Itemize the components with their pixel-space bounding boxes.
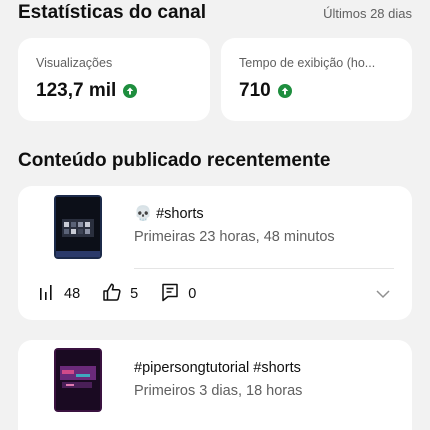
- bar-chart-icon: [38, 283, 56, 306]
- likes-metric: 5: [102, 282, 138, 307]
- comment-icon: [160, 282, 180, 307]
- views-count: 48: [64, 286, 81, 302]
- video-title-text: #shorts: [156, 205, 204, 222]
- arrow-up-icon: [277, 84, 292, 98]
- arrow-up-icon: [123, 84, 138, 98]
- recent-content-title: Conteúdo publicado recentemente: [18, 150, 331, 171]
- thumbs-up-icon: [102, 282, 122, 307]
- video-title: #pipersongtutorial #shorts: [134, 360, 301, 376]
- skull-emoji: 💀: [134, 206, 153, 222]
- divider: [134, 268, 394, 269]
- video-thumbnail[interactable]: [54, 348, 102, 412]
- chevron-down-icon[interactable]: [374, 285, 392, 303]
- video-thumbnail[interactable]: [54, 195, 102, 259]
- section-title: Estatísticas do canal: [18, 2, 206, 23]
- stat-value: 710: [239, 80, 271, 101]
- video-card[interactable]: 💀 #shorts Primeiras 23 horas, 48 minutos…: [18, 186, 412, 320]
- likes-count: 5: [130, 286, 139, 302]
- stat-label: Tempo de exibição (ho...: [239, 56, 376, 70]
- views-metric: 48: [38, 283, 80, 306]
- stat-label: Visualizações: [36, 56, 113, 70]
- watch-time-stat-card[interactable]: Tempo de exibição (ho... 710: [221, 38, 412, 121]
- video-meta: Primeiras 23 horas, 48 minutos: [134, 229, 335, 245]
- video-meta: Primeiros 3 dias, 18 horas: [134, 383, 303, 399]
- stat-value: 123,7 mil: [36, 80, 117, 101]
- views-stat-card[interactable]: Visualizações 123,7 mil: [18, 38, 210, 121]
- comments-metric: 0: [160, 282, 196, 307]
- comments-count: 0: [188, 286, 197, 302]
- period-label[interactable]: Últimos 28 dias: [323, 6, 412, 21]
- video-title: 💀 #shorts: [134, 205, 204, 223]
- video-card[interactable]: #pipersongtutorial #shorts Primeiros 3 d…: [18, 340, 412, 430]
- video-metrics: 48 5 0: [38, 282, 392, 306]
- channel-stats-header: Estatísticas do canal Últimos 28 dias: [18, 0, 412, 26]
